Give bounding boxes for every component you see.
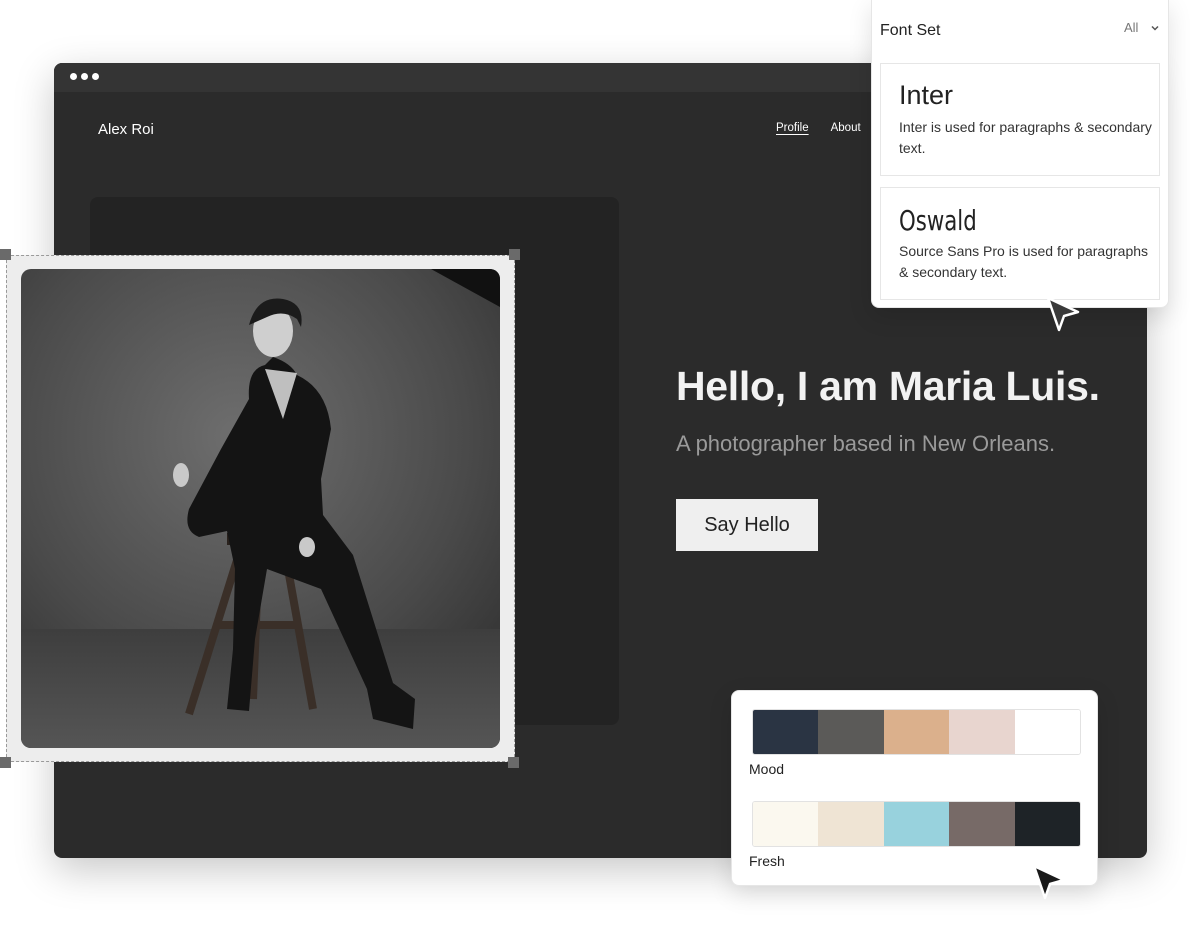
palette-label: Mood bbox=[749, 761, 785, 777]
nav-link-about[interactable]: About bbox=[831, 122, 861, 134]
resize-handle-top-right[interactable] bbox=[509, 249, 520, 260]
portrait-photo-icon bbox=[21, 269, 500, 748]
say-hello-button[interactable]: Say Hello bbox=[676, 499, 818, 551]
portrait-photo[interactable] bbox=[21, 269, 500, 748]
mouse-pointer-icon bbox=[1046, 296, 1080, 332]
palette-mood-swatches[interactable] bbox=[752, 709, 1081, 755]
color-swatch[interactable] bbox=[818, 802, 884, 846]
resize-handle-top-left[interactable] bbox=[0, 249, 11, 260]
font-option-oswald[interactable]: Oswald Source Sans Pro is used for parag… bbox=[880, 187, 1160, 300]
color-swatch[interactable] bbox=[1014, 802, 1080, 846]
site-nav: Profile About bbox=[776, 122, 861, 134]
font-option-inter[interactable]: Inter Inter is used for paragraphs & sec… bbox=[880, 63, 1160, 176]
window-controls bbox=[70, 73, 99, 80]
color-swatch[interactable] bbox=[818, 710, 884, 754]
font-filter-select[interactable]: All bbox=[1124, 20, 1138, 35]
resize-handle-bottom-left[interactable] bbox=[0, 757, 11, 768]
resize-handle-bottom-right[interactable] bbox=[508, 757, 519, 768]
chevron-down-icon[interactable] bbox=[1149, 22, 1161, 34]
hero-subtitle: A photographer based in New Orleans. bbox=[676, 431, 1056, 456]
color-swatch[interactable] bbox=[753, 802, 819, 846]
window-dot-icon[interactable] bbox=[81, 73, 88, 80]
font-set-title: Font Set bbox=[880, 22, 941, 39]
color-swatch[interactable] bbox=[949, 802, 1015, 846]
palette-fresh-swatches[interactable] bbox=[752, 801, 1081, 847]
color-swatch[interactable] bbox=[883, 710, 950, 754]
window-dot-icon[interactable] bbox=[92, 73, 99, 80]
color-swatch[interactable] bbox=[1014, 710, 1080, 754]
hero-title: Hello, I am Maria Luis. bbox=[676, 363, 1100, 409]
color-swatch[interactable] bbox=[883, 802, 950, 846]
window-dot-icon[interactable] bbox=[70, 73, 77, 80]
nav-link-profile[interactable]: Profile bbox=[776, 122, 809, 134]
color-swatch[interactable] bbox=[949, 710, 1015, 754]
font-set-panel: Font Set All Inter Inter is used for par… bbox=[871, 0, 1169, 308]
color-palette-panel: Mood Fresh bbox=[731, 690, 1098, 886]
color-swatch[interactable] bbox=[753, 710, 819, 754]
palette-label: Fresh bbox=[749, 853, 785, 869]
font-name: Oswald bbox=[899, 204, 977, 237]
mouse-pointer-icon bbox=[1032, 864, 1066, 900]
font-description: Inter is used for paragraphs & secondary… bbox=[899, 119, 1152, 156]
font-name: Inter bbox=[899, 80, 954, 110]
font-description: Source Sans Pro is used for paragraphs &… bbox=[899, 243, 1149, 280]
site-brand[interactable]: Alex Roi bbox=[98, 121, 154, 138]
